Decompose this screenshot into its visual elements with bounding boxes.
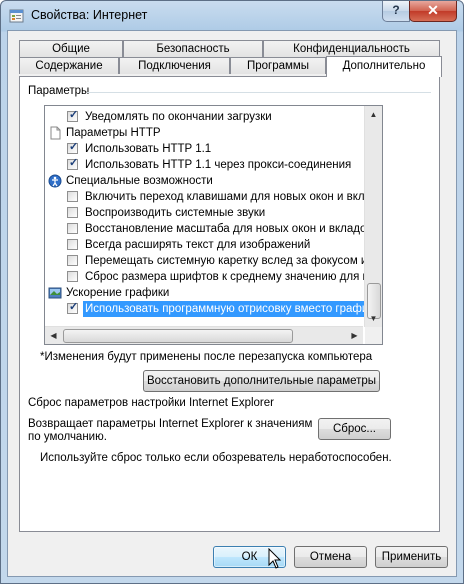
setting-checkbox-row[interactable]: Всегда расширять текст для изображений <box>45 237 363 253</box>
tab-connections[interactable]: Подключения <box>119 57 230 74</box>
close-button[interactable]: ✕ <box>409 1 457 22</box>
restore-advanced-button[interactable]: Восстановить дополнительные параметры <box>143 370 380 392</box>
tab-security[interactable]: Безопасность <box>123 40 263 57</box>
checkbox[interactable] <box>67 255 78 266</box>
setting-checkbox-row[interactable]: Восстановление масштаба для новых окон и… <box>45 221 371 237</box>
checkbox[interactable] <box>67 271 78 282</box>
setting-checkbox-row[interactable]: Включить переход клавишами для новых око… <box>45 189 374 205</box>
window-title: Свойства: Интернет <box>31 8 148 22</box>
tab-general[interactable]: Общие <box>19 40 123 57</box>
checkbox[interactable]: ✓ <box>67 141 79 154</box>
reset-button[interactable]: Сброс... <box>318 418 391 440</box>
scroll-down-arrow-icon[interactable]: ▼ <box>365 310 382 327</box>
reset-warning: Используйте сброс только если обозревате… <box>40 452 392 464</box>
checkbox[interactable] <box>67 223 78 234</box>
setting-checkbox-row[interactable]: Сброс размера шрифтов к среднему значени… <box>45 269 382 285</box>
tab-privacy[interactable]: Конфиденциальность <box>263 40 440 57</box>
reset-description-line2: по умолчанию. <box>28 431 107 443</box>
help-button[interactable]: ? <box>382 1 410 22</box>
setting-checkbox-row[interactable]: ✓ Использовать HTTP 1.1 через прокси-соед… <box>45 157 363 173</box>
accessibility-icon <box>48 174 62 188</box>
graphics-icon <box>48 286 62 300</box>
checkbox[interactable]: ✓ <box>67 301 79 314</box>
scroll-up-arrow-icon[interactable]: ▲ <box>365 106 382 123</box>
setting-checkbox-row[interactable]: ✓ Уведомлять по окончании загрузки <box>45 109 363 125</box>
checkmark-icon: ✓ <box>69 301 79 313</box>
internet-options-icon <box>9 9 24 23</box>
apply-button[interactable]: Применить <box>375 546 448 568</box>
setting-checkbox-row[interactable]: Воспроизводить системные звуки <box>45 205 363 221</box>
page-icon <box>48 126 62 140</box>
checkbox[interactable]: ✓ <box>67 157 79 170</box>
checkmark-icon: ✓ <box>69 109 79 121</box>
settings-rows: ✓ Уведомлять по окончании загрузки Парамет… <box>45 109 382 317</box>
checkbox[interactable] <box>67 239 78 250</box>
reset-description-line1: Возвращает параметры Internet Explorer к… <box>28 418 313 430</box>
scroll-right-arrow-icon[interactable]: ▶ <box>346 327 363 344</box>
checkbox[interactable]: ✓ <box>67 109 79 122</box>
horizontal-scrollbar[interactable]: ◀ ▶ <box>45 326 363 344</box>
horizontal-scroll-thumb[interactable] <box>63 329 293 343</box>
vertical-scrollbar[interactable]: ▲ ▼ <box>364 106 382 327</box>
setting-category-row: Ускорение графики <box>45 285 363 301</box>
setting-checkbox-row[interactable]: Перемещать системную каретку вслед за фо… <box>45 253 377 269</box>
checkbox[interactable] <box>67 191 78 202</box>
tab-content[interactable]: Содержание <box>19 57 119 74</box>
tab-advanced[interactable]: Дополнительно <box>326 56 442 77</box>
reset-group-title: Сброс параметров настройки Internet Expl… <box>28 397 274 409</box>
restart-note: *Изменения будут применены после перезап… <box>40 351 373 363</box>
settings-tree-list[interactable]: ✓ Уведомлять по окончании загрузки Парамет… <box>44 105 383 345</box>
checkbox[interactable] <box>67 207 78 218</box>
scroll-corner <box>365 327 382 344</box>
setting-category-row: Специальные возможности <box>45 173 363 189</box>
checkmark-icon: ✓ <box>69 157 79 169</box>
cancel-button[interactable]: Отмена <box>294 546 367 568</box>
setting-category-row: Параметры HTTP <box>45 125 363 141</box>
checkmark-icon: ✓ <box>69 141 79 153</box>
setting-checkbox-row[interactable]: ✓ Использовать программную отрисовку вмес… <box>45 301 377 317</box>
mouse-cursor-icon <box>268 548 282 569</box>
settings-group-label: Параметры <box>28 85 90 97</box>
group-divider <box>87 92 431 93</box>
tab-programs[interactable]: Программы <box>230 57 326 74</box>
scroll-left-arrow-icon[interactable]: ◀ <box>45 327 62 344</box>
setting-checkbox-row[interactable]: ✓ Использовать HTTP 1.1 <box>45 141 363 157</box>
